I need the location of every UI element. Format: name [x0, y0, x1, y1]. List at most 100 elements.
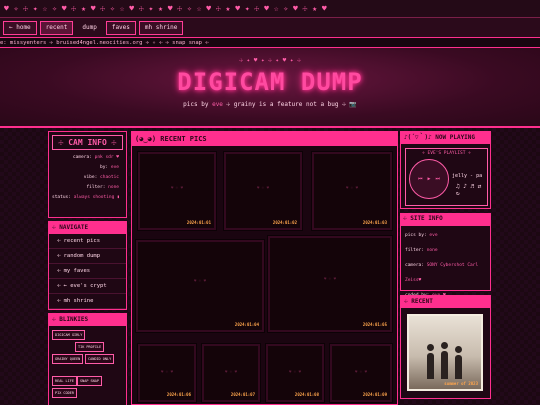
- photo-date: 2024:01:05: [362, 322, 387, 327]
- photo-date: 2024:01:03: [362, 220, 387, 225]
- photo-tile[interactable]: ♥ ☩ ♥ 2024:01:09: [330, 344, 392, 402]
- site-info-row: pics by: eve: [405, 228, 486, 243]
- nav-recent-button[interactable]: recent: [39, 20, 74, 35]
- right-sidebar: ♪(´▽｀)♪ NOW PLAYING ☩ EVE'S PLAYLIST ☩ ⏮…: [400, 131, 491, 399]
- recent-photo[interactable]: summer of 2023: [407, 314, 483, 391]
- left-sidebar: ☩ CAM INFO ☩ camera: pnk sdr ♥ by: eve v…: [48, 131, 127, 405]
- right-rail: [493, 128, 540, 405]
- silhouette-body: [455, 355, 462, 379]
- cam-info-row: filter: none: [52, 183, 123, 193]
- nav-dump-button[interactable]: dump: [76, 21, 102, 35]
- silhouette-head: [441, 342, 448, 349]
- cam-info-value: chaotic: [100, 175, 119, 180]
- cam-info-label: vibe:: [83, 175, 98, 180]
- navigate-panel: ☩ NAVIGATE ☩ recent pics ☩ random dump ☩…: [48, 221, 127, 310]
- cam-info-row: status: always shooting ▮: [52, 193, 123, 203]
- recent-title: ☩ RECENT: [401, 296, 490, 308]
- photo-tile[interactable]: ♥ ☩ ♥ 2024:01:02: [224, 152, 302, 230]
- photo-placeholder: ♥ ☩ ♥: [345, 184, 359, 190]
- nav-faves-button[interactable]: faves: [105, 20, 136, 35]
- nav-link-recent-pics[interactable]: ☩ recent pics: [49, 234, 126, 249]
- cam-info-row: camera: pnk sdr ♥: [52, 153, 123, 163]
- site-info-value: Zeiss♥: [405, 278, 422, 283]
- site-info-row: camera: SONY Cybershot Carl: [405, 258, 486, 273]
- cam-info-value: always shooting ▮: [73, 195, 120, 200]
- photo-date: 2024:01:04: [234, 322, 259, 327]
- photo-date: 2024:01:08: [294, 392, 319, 397]
- nav-mh-shrine-button[interactable]: mh shrine: [138, 20, 184, 35]
- site-info-value: SONY Cybershot Carl: [426, 263, 479, 268]
- photo-tile[interactable]: ♥ ☩ ♥ 2024:01:03: [312, 152, 392, 230]
- photo-placeholder: ♥ ☩ ♥: [160, 368, 174, 374]
- nav-home-button[interactable]: ← home: [3, 20, 37, 35]
- photo-placeholder: ♥ ☩ ♥: [288, 368, 302, 374]
- photo-date: 2024:01:02: [272, 220, 297, 225]
- silhouette-head: [427, 344, 434, 351]
- silhouette-body: [441, 351, 448, 379]
- nav-link-eves-crypt[interactable]: ☩ ← eve's crypt: [49, 279, 126, 294]
- recent-panel: ☩ RECENT summer of 2023: [400, 295, 491, 399]
- nav-link-random-dump[interactable]: ☩ random dump: [49, 249, 126, 264]
- photo-tile[interactable]: ♥ ☩ ♥ 2024:01:01: [138, 152, 216, 230]
- site-info-row: Zeiss♥: [405, 273, 486, 288]
- photo-placeholder: ♥ ☩ ♥: [193, 278, 207, 284]
- cam-info-row: by: eve: [52, 163, 123, 173]
- blinkie-badge[interactable]: GRAINY QUEEN: [52, 354, 84, 364]
- now-playing-title: ♪(´▽｀)♪ NOW PLAYING: [401, 132, 490, 144]
- photo-tile[interactable]: ♥ ☩ ♥ 2024:01:06: [138, 344, 196, 402]
- recent-pics-title: (◕‿◕) RECENT PICS: [132, 132, 397, 146]
- blinkies-panel: ☩ BLINKIES DIGICAM GIRLY TIK PROFILE GRA…: [48, 313, 127, 405]
- music-player: ☩ EVE'S PLAYLIST ☩ ⏮ ▶ ⏭ jelly - pa ♫ ♪ …: [405, 148, 488, 206]
- photo-placeholder: ♥ ☩ ♥: [170, 184, 184, 190]
- blinkies-title: ☩ BLINKIES: [49, 314, 126, 326]
- cam-info-panel: ☩ CAM INFO ☩ camera: pnk sdr ♥ by: eve v…: [48, 131, 127, 218]
- header-decoration: ☩ ✦ ♥ ✦ ☩ ✦ ♥ ✦ ☩: [239, 57, 301, 64]
- tagline-prefix: pics by: [183, 101, 213, 108]
- decorative-star-bar: ♥ ✧ ☩ ✦ ☆ ✧ ♥ ☩ ★ ♥ ☩ ✧ ☆ ♥ ☩ ✦ ★ ♥ ☩ ✧ …: [0, 0, 540, 18]
- site-info-row: filter: none: [405, 243, 486, 258]
- photo-tile[interactable]: ♥ ☩ ♥ 2024:01:05: [268, 236, 392, 332]
- record-disc: ⏮ ▶ ⏭: [409, 159, 449, 199]
- silhouette-body: [427, 353, 434, 379]
- nav-link-mh-shrine[interactable]: ☩ mh shrine: [49, 294, 126, 309]
- photo-placeholder: ♥ ☩ ♥: [224, 368, 238, 374]
- photo-tile[interactable]: ♥ ☩ ♥ 2024:01:07: [202, 344, 260, 402]
- blinkie-badge[interactable]: REAL LIFE: [52, 376, 77, 386]
- now-playing-panel: ♪(´▽｀)♪ NOW PLAYING ☩ EVE'S PLAYLIST ☩ ⏮…: [400, 131, 491, 209]
- cam-info-value: pnk sdr ♥: [94, 155, 119, 160]
- photo-tile[interactable]: ♥ ☩ ♥ 2024:01:04: [136, 240, 264, 332]
- site-info-value: none: [426, 248, 438, 253]
- blinkie-badge[interactable]: TIK PROFILE: [75, 342, 105, 352]
- blinkies-grid: DIGICAM GIRLY TIK PROFILE GRAINY QUEEN C…: [49, 326, 126, 405]
- silhouette-head: [455, 346, 462, 353]
- cam-info-label: filter:: [86, 185, 106, 190]
- photo-placeholder: ♥ ☩ ♥: [323, 275, 337, 281]
- blinkie-badge[interactable]: SNAP SNAP: [77, 376, 102, 386]
- blinkie-badge[interactable]: DIGICAM GIRLY: [52, 330, 86, 340]
- blinkie-badge[interactable]: CANDID ONLY: [85, 354, 115, 364]
- photo-date: 2024:01:06: [166, 392, 191, 397]
- photo-date: 2024:01:09: [362, 392, 387, 397]
- marquee-ticker: e: missyenters ☩ bruised4ngel.neocities.…: [0, 38, 540, 48]
- site-info-label: filter:: [405, 248, 424, 253]
- player-controls[interactable]: ⏮ ▶ ⏭: [418, 176, 441, 182]
- ticker-text: e: missyenters ☩ bruised4ngel.neocities.…: [0, 40, 209, 46]
- photo-placeholder: ♥ ☩ ♥: [354, 368, 368, 374]
- site-info-label: pics by:: [405, 233, 427, 238]
- player-icons[interactable]: ♫ ♪ ♬ ⇄ ↻: [456, 183, 487, 197]
- nav-link-my-faves[interactable]: ☩ my faves: [49, 264, 126, 279]
- cam-info-label: camera:: [72, 155, 92, 160]
- left-rail: [0, 128, 46, 405]
- blinkie-badge[interactable]: PIX CODER: [52, 388, 77, 398]
- tagline-name: eve: [212, 101, 223, 108]
- site-info-section: ☩ SITE INFO pics by: eve filter: none ca…: [400, 213, 491, 298]
- site-info-title: ☩ SITE INFO: [400, 213, 491, 225]
- site-tagline: pics by eve ☩ grainy is a feature not a …: [0, 101, 540, 108]
- song-title: jelly - pa: [452, 173, 483, 179]
- site-info-value: eve: [429, 233, 438, 238]
- cam-info-value: none: [108, 185, 119, 190]
- photo-placeholder: ♥ ☩ ♥: [256, 184, 270, 190]
- photo-tile[interactable]: ♥ ☩ ♥ 2024:01:08: [266, 344, 324, 402]
- site-title: DIGICAM DUMP: [177, 68, 363, 96]
- playlist-title: ☩ EVE'S PLAYLIST ☩: [422, 151, 471, 156]
